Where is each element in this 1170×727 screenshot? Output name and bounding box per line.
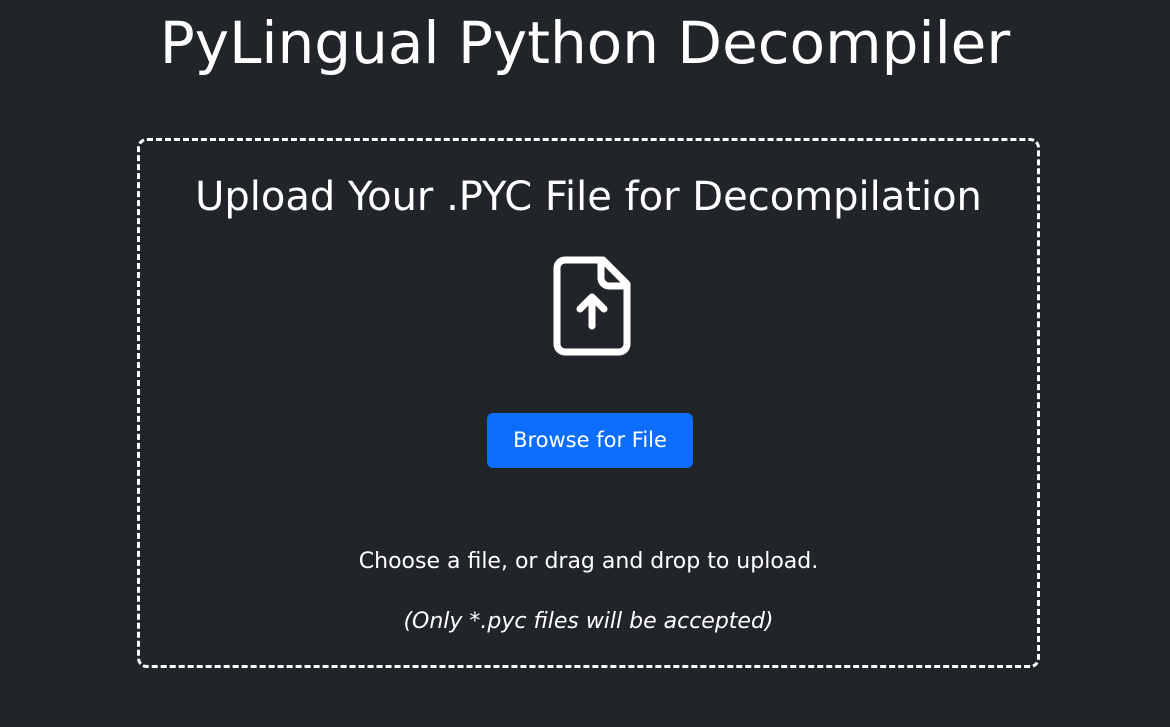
upload-heading: Upload Your .PYC File for Decompilation — [195, 174, 982, 220]
page: PyLingual Python Decompiler Upload Your … — [0, 0, 1170, 727]
page-title: PyLingual Python Decompiler — [159, 9, 1011, 77]
file-upload-icon — [553, 256, 631, 356]
browse-file-button[interactable]: Browse for File — [487, 413, 693, 468]
upload-instruction: Choose a file, or drag and drop to uploa… — [358, 549, 819, 574]
file-dropzone[interactable]: Upload Your .PYC File for Decompilation … — [137, 138, 1040, 668]
accepted-file-note: (Only *.pyc files will be accepted) — [403, 609, 774, 634]
